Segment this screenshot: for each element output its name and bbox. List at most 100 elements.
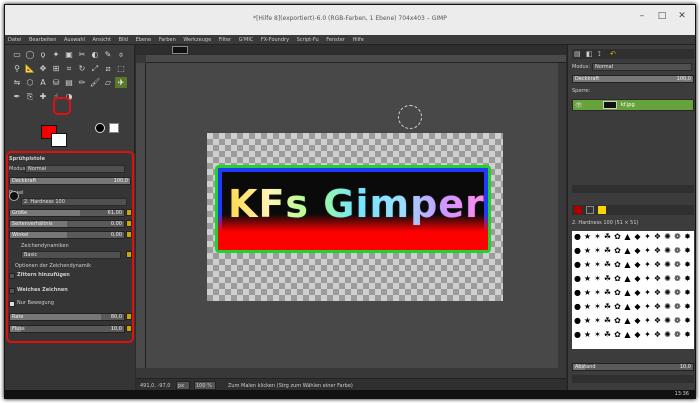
zoom-dropdown[interactable]: 100 %	[194, 381, 216, 390]
bucket-fill-icon[interactable]: ⛁	[50, 77, 62, 88]
rotate-icon[interactable]: ↻	[76, 63, 88, 74]
brush-item[interactable]: ☘	[603, 302, 612, 311]
crop-icon[interactable]: ⌗	[63, 63, 75, 74]
brush-item[interactable]: ●	[573, 274, 582, 283]
brush-item[interactable]: ◆	[633, 274, 642, 283]
ellipse-select-icon[interactable]: ◯	[24, 49, 36, 60]
brush-item[interactable]: ✺	[663, 274, 672, 283]
brush-item[interactable]: ❁	[673, 302, 682, 311]
rect-select-icon[interactable]: ▭	[11, 49, 23, 60]
brush-item[interactable]: ✶	[593, 302, 602, 311]
blend-icon[interactable]: ▤	[63, 77, 75, 88]
brush-item[interactable]: ✶	[593, 274, 602, 283]
brush-item[interactable]: ❁	[673, 246, 682, 255]
measure-icon[interactable]: 📐	[24, 63, 36, 74]
brush-item[interactable]: ☘	[603, 316, 612, 325]
brush-item[interactable]: ✺	[663, 316, 672, 325]
flip-icon[interactable]: ⇋	[11, 77, 23, 88]
brush-item[interactable]: ✸	[683, 316, 692, 325]
brush-item[interactable]: ◆	[633, 232, 642, 241]
brush-item[interactable]: ❁	[673, 232, 682, 241]
menu-script-fu[interactable]: Script-Fu	[294, 35, 322, 45]
menu-werkzeuge[interactable]: Werkzeuge	[180, 35, 214, 45]
brush-item[interactable]: ✿	[613, 316, 622, 325]
eraser-icon[interactable]: ▱	[102, 77, 114, 88]
brush-item[interactable]: ✦	[643, 246, 652, 255]
layers-tab-icon[interactable]: ▤	[574, 50, 581, 58]
brush-item[interactable]: ✺	[663, 260, 672, 269]
layers-mode-dropdown[interactable]: Normal	[592, 63, 692, 71]
brush-item[interactable]: ▲	[623, 246, 632, 255]
brush-item[interactable]: ✿	[613, 246, 622, 255]
channels-tab-icon[interactable]: ◧	[586, 50, 593, 58]
brush-item[interactable]: ❖	[653, 316, 662, 325]
heal-icon[interactable]: ✚	[37, 91, 49, 102]
brush-item[interactable]: ●	[573, 246, 582, 255]
brush-item[interactable]: ◆	[633, 302, 642, 311]
brush-item[interactable]: ★	[583, 330, 592, 339]
brush-item[interactable]: ▲	[623, 274, 632, 283]
shear-icon[interactable]: ⧄	[102, 63, 114, 74]
move-icon[interactable]: ✥	[37, 63, 49, 74]
menu-farben[interactable]: Farben	[156, 35, 179, 45]
brush-item[interactable]: ▲	[623, 330, 632, 339]
pattern-icon[interactable]	[95, 123, 105, 133]
brush-grid[interactable]: ● ★ ✶ ☘ ✿ ▲ ◆ ✦ ❖ ✺ ❁ ✸ ● ★ ✶ ☘ ✿ ▲ ◆ ✦ ❖ ✺ ❁ ✸ ● ★ ✶ ☘ ✿ ▲ ◆ ✦ ❖ ✺ ❁ ✸ ● ★ ✶ ☘…	[572, 231, 694, 349]
cage-icon[interactable]: ⬡	[24, 77, 36, 88]
brush-item[interactable]: ☘	[603, 274, 612, 283]
lasso-icon[interactable]: ϙ	[37, 49, 49, 60]
brush-item[interactable]: ▲	[623, 260, 632, 269]
menu-bild[interactable]: Bild	[116, 35, 131, 45]
foreground-select-icon[interactable]: ◐	[89, 49, 101, 60]
menu-fenster[interactable]: Fenster	[323, 35, 348, 45]
brush-item[interactable]: ☘	[603, 288, 612, 297]
brush-item[interactable]: ★	[583, 232, 592, 241]
menu-gmic[interactable]: G'MIC	[236, 35, 257, 45]
perspective-icon[interactable]: ⬚	[115, 63, 127, 74]
color-select-icon[interactable]: ▣	[63, 49, 75, 60]
brush-item[interactable]: ◆	[633, 260, 642, 269]
brush-item[interactable]: ✦	[643, 288, 652, 297]
brush-item[interactable]: ★	[583, 302, 592, 311]
image-tab-thumbnail[interactable]	[172, 46, 188, 54]
brush-item[interactable]: ❖	[653, 288, 662, 297]
brush-item[interactable]: ●	[573, 260, 582, 269]
brush-item[interactable]: ★	[583, 260, 592, 269]
color-picker-icon[interactable]: ⌽	[115, 49, 127, 60]
brush-item[interactable]: ✿	[613, 288, 622, 297]
brush-item[interactable]: ✸	[683, 260, 692, 269]
menu-hilfe[interactable]: Hilfe	[349, 35, 366, 45]
zoom-icon[interactable]: ⚲	[11, 63, 23, 74]
brush-item[interactable]: ★	[583, 316, 592, 325]
brush-item[interactable]: ✶	[593, 246, 602, 255]
brush-item[interactable]: ◆	[633, 246, 642, 255]
brush-item[interactable]: ✦	[643, 330, 652, 339]
brush-item[interactable]: ❁	[673, 316, 682, 325]
menu-filter[interactable]: Filter	[216, 35, 234, 45]
brush-item[interactable]: ●	[573, 288, 582, 297]
maximize-button[interactable]: □	[653, 9, 671, 23]
brush-item[interactable]: ★	[583, 288, 592, 297]
brush-item[interactable]: ☘	[603, 260, 612, 269]
brush-item[interactable]: ✿	[613, 330, 622, 339]
clone-icon[interactable]: ⎘	[24, 91, 36, 102]
menu-bearbeiten[interactable]: Bearbeiten	[26, 35, 59, 45]
patterns-tab-icon[interactable]	[586, 206, 594, 214]
brush-item[interactable]: ❁	[673, 274, 682, 283]
menu-ebene[interactable]: Ebene	[133, 35, 155, 45]
eye-icon[interactable]: 👁	[575, 102, 583, 109]
brush-item[interactable]: ❖	[653, 260, 662, 269]
brush-item[interactable]: ★	[583, 246, 592, 255]
brush-item[interactable]: ✸	[683, 232, 692, 241]
align-icon[interactable]: ⊞	[50, 63, 62, 74]
menu-auswahl[interactable]: Auswahl	[61, 35, 88, 45]
airbrush-icon[interactable]: ✈	[115, 77, 127, 88]
brush-item[interactable]: ✺	[663, 246, 672, 255]
layer-opacity-slider[interactable]: Deckkraft 100,0	[572, 75, 694, 83]
gradients-tab-icon[interactable]	[598, 206, 606, 214]
layer-row[interactable]: 👁 kf.jpg	[572, 99, 694, 111]
image-canvas[interactable]: KFs Gimper	[207, 133, 503, 301]
brush-item[interactable]: ❖	[653, 302, 662, 311]
brush-item[interactable]: ☘	[603, 330, 612, 339]
brush-item[interactable]: ▲	[623, 302, 632, 311]
